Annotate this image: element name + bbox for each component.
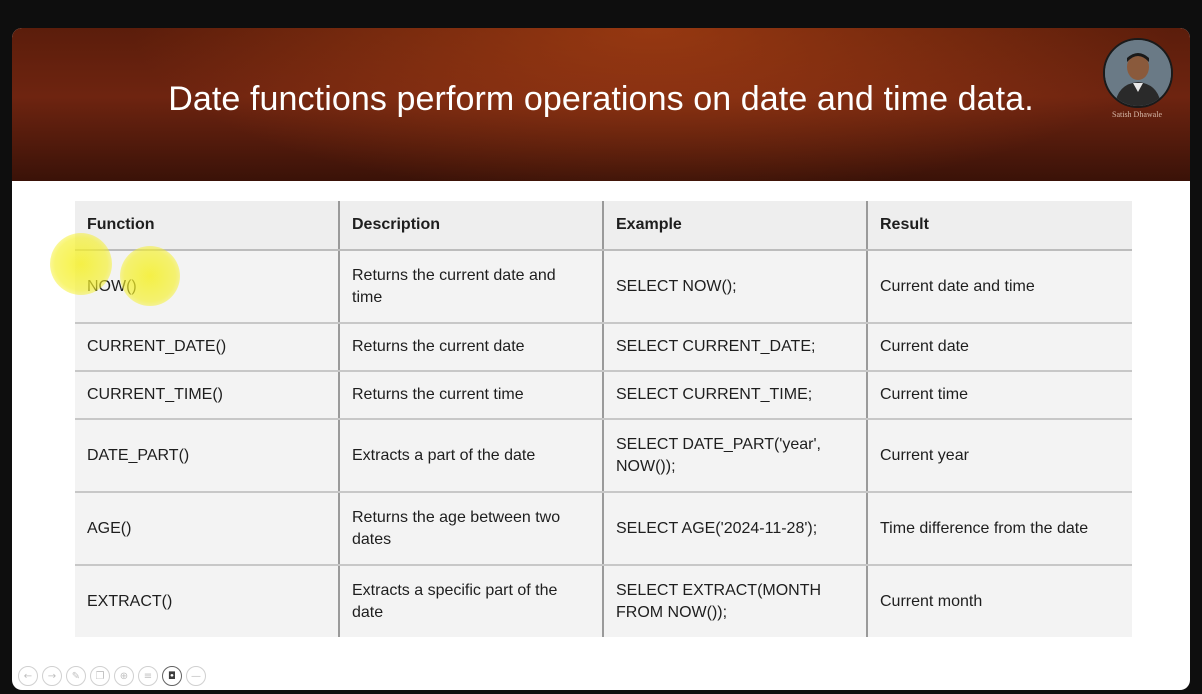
header-function: Function [75, 201, 339, 251]
cell-example: SELECT EXTRACT(MONTH FROM NOW()); [602, 565, 867, 637]
presenter-photo-icon [1105, 40, 1171, 106]
cell-example: SELECT AGE('2024-11-28'); [602, 492, 867, 566]
next-icon[interactable]: → [42, 666, 62, 686]
cell-result: Current time [866, 371, 1132, 420]
cell-function: EXTRACT() [75, 565, 339, 637]
presenter-avatar [1103, 38, 1173, 108]
date-functions-table: Function Description Example Result NOW(… [75, 201, 1132, 637]
cell-result: Current year [866, 419, 1132, 493]
cell-description: Returns the current date [338, 323, 603, 372]
cell-description: Returns the age between two dates [338, 492, 603, 566]
cell-function: CURRENT_TIME() [75, 371, 339, 420]
slide-header: Date functions perform operations on dat… [12, 28, 1190, 181]
presentation-slide: Date functions perform operations on dat… [12, 28, 1190, 690]
more-icon[interactable]: — [186, 666, 206, 686]
slide-title: Date functions perform operations on dat… [168, 80, 1034, 118]
cell-function: DATE_PART() [75, 419, 339, 493]
camera-icon[interactable]: ◘ [162, 666, 182, 686]
cell-function: CURRENT_DATE() [75, 323, 339, 372]
presenter-caption: Satish Dhawale [1112, 110, 1162, 119]
cell-example: SELECT DATE_PART('year', NOW()); [602, 419, 867, 493]
header-example: Example [602, 201, 867, 251]
table-row: CURRENT_TIME() Returns the current time … [75, 371, 1132, 420]
table-row: NOW() Returns the current date and time … [75, 250, 1132, 324]
cell-description: Returns the current time [338, 371, 603, 420]
header-result: Result [866, 201, 1132, 251]
cell-function: AGE() [75, 492, 339, 566]
cell-result: Current date and time [866, 250, 1132, 324]
cell-example: SELECT CURRENT_DATE; [602, 323, 867, 372]
table-row: DATE_PART() Extracts a part of the date … [75, 419, 1132, 493]
cell-example: SELECT NOW(); [602, 250, 867, 324]
header-description: Description [338, 201, 603, 251]
cell-result: Time difference from the date [866, 492, 1132, 566]
zoom-icon[interactable]: ⊕ [114, 666, 134, 686]
menu-icon[interactable]: ≡ [138, 666, 158, 686]
pen-icon[interactable]: ✎ [66, 666, 86, 686]
table-header-row: Function Description Example Result [75, 201, 1132, 251]
table-row: AGE() Returns the age between two dates … [75, 492, 1132, 566]
copy-icon[interactable]: ❐ [90, 666, 110, 686]
cell-function: NOW() [75, 250, 339, 324]
table-row: EXTRACT() Extracts a specific part of th… [75, 565, 1132, 637]
table-row: CURRENT_DATE() Returns the current date … [75, 323, 1132, 372]
cell-result: Current month [866, 565, 1132, 637]
presenter-toolbar: ← → ✎ ❐ ⊕ ≡ ◘ — [18, 666, 206, 688]
cell-description: Extracts a specific part of the date [338, 565, 603, 637]
cell-result: Current date [866, 323, 1132, 372]
cell-description: Extracts a part of the date [338, 419, 603, 493]
cell-description: Returns the current date and time [338, 250, 603, 324]
previous-icon[interactable]: ← [18, 666, 38, 686]
cell-example: SELECT CURRENT_TIME; [602, 371, 867, 420]
